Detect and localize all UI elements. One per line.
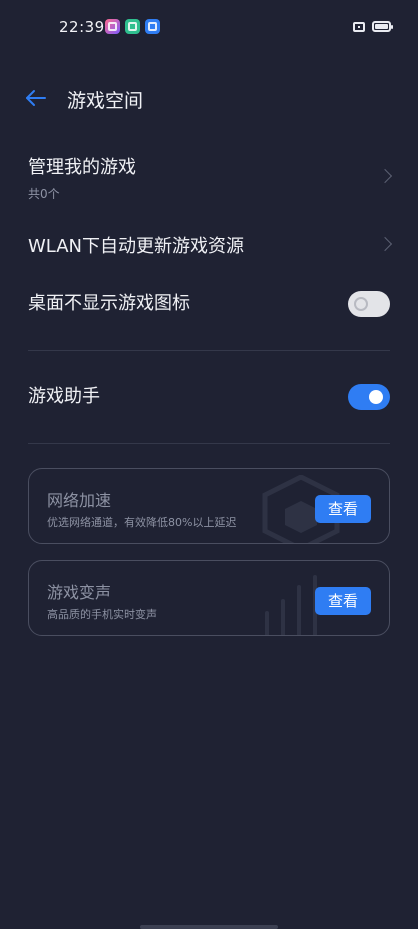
back-arrow-icon[interactable] xyxy=(24,86,48,110)
green-app-icon xyxy=(125,19,140,34)
voice-changer-view-button[interactable]: 查看 xyxy=(315,587,371,615)
wlan-update-row[interactable]: WLAN下自动更新游戏资源 xyxy=(28,232,393,258)
game-assistant-title: 游戏助手 xyxy=(28,386,100,407)
network-acceleration-subtitle: 优选网络通道，有效降低80%以上延迟 xyxy=(47,516,237,529)
photos-app-icon xyxy=(105,19,120,34)
manage-games-row[interactable]: 管理我的游戏 共0个 xyxy=(28,153,393,203)
home-indicator[interactable] xyxy=(140,925,278,929)
voice-changer-card[interactable]: 游戏变声 高品质的手机实时变声 查看 xyxy=(28,560,390,636)
screen-record-icon xyxy=(353,22,365,32)
divider xyxy=(28,350,390,351)
divider xyxy=(28,443,390,444)
hide-desktop-icon-row: 桌面不显示游戏图标 xyxy=(28,291,390,317)
network-acceleration-view-button[interactable]: 查看 xyxy=(315,495,371,523)
manage-games-title: 管理我的游戏 xyxy=(28,157,136,178)
game-assistant-row: 游戏助手 xyxy=(28,384,390,410)
game-assistant-toggle[interactable] xyxy=(348,384,390,410)
status-time: 22:39 xyxy=(59,18,105,36)
manage-games-count: 共0个 xyxy=(28,187,60,201)
hide-desktop-icon-toggle[interactable] xyxy=(348,291,390,317)
toggle-knob xyxy=(369,390,383,404)
network-acceleration-title: 网络加速 xyxy=(47,491,112,510)
network-acceleration-card[interactable]: 网络加速 优选网络通道，有效降低80%以上延迟 查看 xyxy=(28,468,390,544)
toggle-knob xyxy=(354,297,368,311)
blue-app-icon xyxy=(145,19,160,34)
hide-desktop-icon-title: 桌面不显示游戏图标 xyxy=(28,293,190,314)
battery-icon xyxy=(372,21,393,32)
wlan-update-title: WLAN下自动更新游戏资源 xyxy=(28,236,245,257)
voice-changer-title: 游戏变声 xyxy=(47,583,112,602)
voice-changer-subtitle: 高品质的手机实时变声 xyxy=(47,608,157,621)
status-bar: 22:39 xyxy=(0,0,418,56)
page-title: 游戏空间 xyxy=(67,90,144,112)
